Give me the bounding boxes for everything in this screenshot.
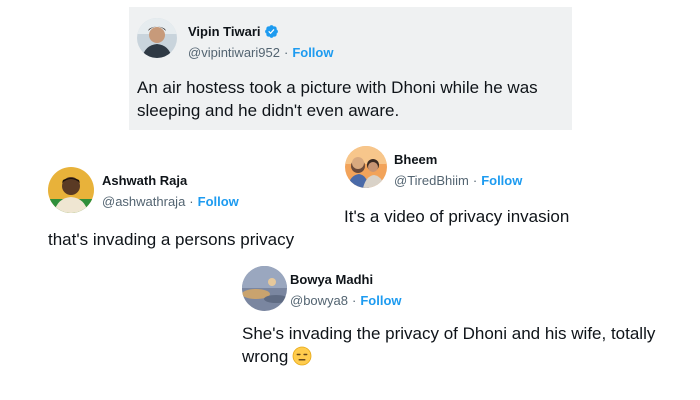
display-name[interactable]: Bheem	[394, 152, 437, 167]
tweet-text: She's invading the privacy of Dhoni and …	[242, 322, 682, 368]
follow-button[interactable]: Follow	[481, 173, 522, 188]
tweet-card-bowya: Bowya Madhi @bowya8 · Follow She's invadin…	[236, 262, 686, 372]
handle-line: @vipintiwari952 · Follow	[188, 45, 333, 60]
expressionless-face-emoji	[292, 346, 312, 366]
follow-button[interactable]: Follow	[360, 293, 401, 308]
follow-button[interactable]: Follow	[198, 194, 239, 209]
verified-badge-icon	[265, 25, 279, 38]
handle[interactable]: @bowya8	[290, 293, 348, 308]
display-name-text[interactable]: Vipin Tiwari	[188, 24, 260, 39]
separator: ·	[352, 293, 357, 308]
avatar[interactable]	[345, 146, 387, 188]
tweet-text: that's invading a persons privacy	[48, 230, 295, 249]
handle[interactable]: @vipintiwari952	[188, 45, 280, 60]
avatar[interactable]	[48, 167, 94, 213]
separator: ·	[472, 173, 478, 188]
handle[interactable]: @TiredBhiim	[394, 173, 469, 188]
tweet-text: It's a video of privacy invasion	[344, 207, 570, 226]
tweet-text: An air hostess took a picture with Dhoni…	[137, 78, 538, 120]
separator: ·	[189, 194, 194, 209]
display-name[interactable]: Vipin Tiwari	[188, 24, 279, 39]
handle-line: @ashwathraja · Follow	[102, 194, 239, 209]
separator: ·	[283, 45, 289, 60]
handle[interactable]: @ashwathraja	[102, 194, 185, 209]
display-name[interactable]: Bowya Madhi	[290, 272, 373, 287]
tweet-card-ashwath: Ashwath Raja @ashwathraja · Follow that's …	[40, 160, 340, 255]
avatar[interactable]	[242, 266, 287, 311]
display-name[interactable]: Ashwath Raja	[102, 173, 187, 188]
handle-line: @bowya8 · Follow	[290, 293, 402, 308]
avatar[interactable]	[137, 18, 177, 58]
tweet-card-vipin: Vipin Tiwari @vipintiwari952 · Follow An a…	[129, 7, 572, 130]
tweet-card-bheem: Bheem @TiredBhiim · Follow It's a video of…	[334, 140, 644, 240]
follow-button[interactable]: Follow	[292, 45, 333, 60]
handle-line: @TiredBhiim · Follow	[394, 173, 522, 188]
